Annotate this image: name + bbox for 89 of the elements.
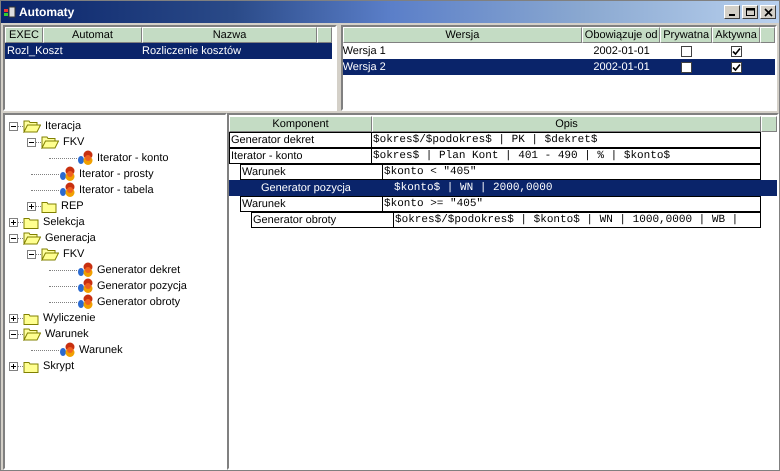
table-cell: Generator obroty [251,212,394,228]
tree-item[interactable]: Generacja [45,232,96,244]
open-folder-icon [41,247,59,261]
table-cell-text: Generator pozycja [260,182,352,194]
close-button[interactable] [760,5,776,19]
tree-item[interactable]: Skrypt [43,360,74,372]
tree-item[interactable]: Warunek [79,344,123,356]
table-row[interactable]: Generator pozycja $konto$ | WN | 2000,0000 [229,180,777,196]
tree-item[interactable]: Iterator - konto [97,152,169,164]
open-folder-icon [23,327,41,341]
table-row[interactable]: Generator obroty $okres$/$podokres$ | $konto$ | WN | 1000,0000 | WB | [229,212,761,228]
component-icon [77,262,95,278]
table-row[interactable]: Warunek $konto < "405" [229,164,761,180]
app-icon [4,6,16,18]
table-cell-text: $konto$ | WN | 2000,0000 [394,182,554,194]
column-header[interactable]: EXEC [5,27,43,43]
column-header[interactable]: Komponent [229,116,372,132]
column-header[interactable]: Obowiązuje od [582,27,660,43]
tree-item[interactable]: Iterator - prosty [79,168,154,180]
tree-item[interactable]: Iterator - tabela [79,184,154,196]
tree-item[interactable]: FKV [63,136,84,148]
table-cell-text: 2002-01-01 [592,62,651,72]
collapse-icon[interactable] [27,250,36,258]
tree-item[interactable]: Generator obroty [97,296,180,308]
component-icon [77,278,95,294]
tree-item[interactable]: Selekcja [43,216,85,228]
column-header[interactable]: Wersja [342,27,582,43]
expand-icon[interactable] [9,218,18,226]
component-icon [59,182,77,198]
table-cell: Warunek [240,196,383,212]
maximize-button[interactable] [742,5,758,19]
expand-icon[interactable] [9,314,18,322]
tree-item[interactable]: FKV [63,248,84,260]
column-header[interactable]: Aktywna [712,27,760,43]
table-row[interactable]: Wersja 2 2002-01-01 [342,59,775,75]
folder-icon [41,200,57,212]
maximize-icon [744,6,756,18]
minimize-icon [729,14,735,16]
expand-icon[interactable] [9,362,18,370]
table-row[interactable]: Iterator - konto $okres$ | Plan Kont | 401 - 490 | % | $konto$ [229,148,761,164]
folder-icon [23,360,39,372]
table-cell: Warunek [240,164,383,180]
open-folder-icon [23,119,41,133]
minimize-button[interactable] [724,5,740,19]
checkbox[interactable] [681,62,692,72]
component-icon [77,150,95,166]
table-cell-text: Wersja 1 [342,46,387,56]
table-row[interactable]: Wersja 1 2002-01-01 [342,43,775,59]
table-row[interactable]: Rozl_Koszt Rozliczenie kosztów [5,43,332,59]
checkbox[interactable] [731,46,742,56]
collapse-icon[interactable] [9,234,18,242]
table-cell: $okres$ | Plan Kont | 401 - 490 | % | $konto$ [372,148,761,164]
expand-icon[interactable] [27,202,36,210]
table-cell-text: Wersja 2 [342,62,387,72]
table-cell: Rozliczenie kosztów [142,46,242,56]
table-cell: $okres$/$podokres$ | $konto$ | WN | 1000,0000 | WB | [394,212,761,228]
checkbox[interactable] [681,46,692,56]
tree-item[interactable]: Generator dekret [97,264,180,276]
tree-item[interactable]: Generator pozycja [97,280,187,292]
table-cell-text: Rozl_Koszt [6,46,64,56]
component-icon [59,166,77,182]
folder-icon [23,216,39,228]
table-row[interactable]: Generator dekret $okres$/$podokres$ | PK | $dekret$ [229,132,761,148]
table-cell: Generator dekret [229,132,372,148]
column-header[interactable]: Nazwa [142,27,317,43]
collapse-icon[interactable] [27,138,36,146]
table-cell: $konto >= "405" [383,196,761,212]
collapse-icon[interactable] [9,330,18,338]
table-cell-text: 2002-01-01 [592,46,651,56]
table-row[interactable]: Warunek $konto >= "405" [229,196,761,212]
component-icon [77,294,95,310]
open-folder-icon [23,231,41,245]
table-cell: $okres$/$podokres$ | PK | $dekret$ [372,132,761,148]
checkbox[interactable] [731,62,742,72]
column-header[interactable]: Automat [43,27,142,43]
column-header[interactable]: Prywatna [660,27,712,43]
open-folder-icon [41,135,59,149]
folder-icon [23,312,39,324]
table-cell: Iterator - konto [229,148,372,164]
collapse-icon[interactable] [9,122,18,130]
tree-item[interactable]: Warunek [45,328,89,340]
tree-item[interactable]: REP [61,200,84,212]
window-title: Automaty [19,6,76,18]
close-icon [762,6,774,18]
tree-item[interactable]: Iteracja [45,120,82,132]
component-icon [59,342,77,358]
table-cell: $konto < "405" [383,164,761,180]
tree-item[interactable]: Wyliczenie [43,312,96,324]
column-header[interactable]: Opis [372,116,761,132]
